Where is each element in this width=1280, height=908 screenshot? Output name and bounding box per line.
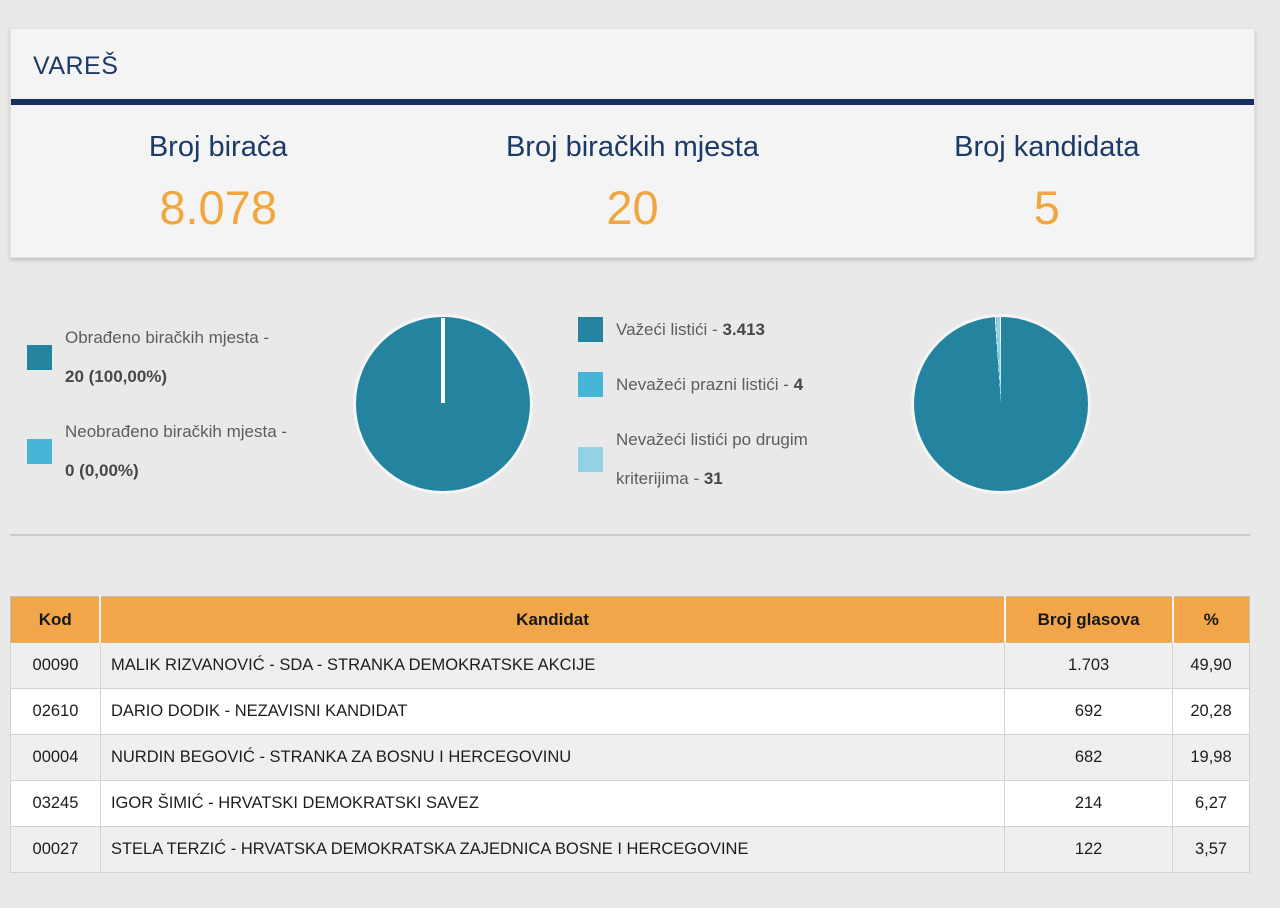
- stats-row: Broj birača 8.078 Broj biračkih mjesta 2…: [11, 105, 1254, 257]
- table-row: 03245 IGOR ŠIMIĆ - HRVATSKI DEMOKRATSKI …: [11, 781, 1250, 827]
- cyan-swatch-icon: [27, 439, 52, 464]
- cell-broj-glasova: 214: [1005, 781, 1173, 827]
- stat-polling-stations: Broj biračkih mjesta 20: [425, 119, 839, 235]
- teal-swatch-icon: [578, 317, 603, 342]
- cell-broj-glasova: 122: [1005, 827, 1173, 873]
- processing-legend: Obrađeno biračkih mjesta - 20 (100,00%) …: [27, 318, 330, 490]
- cell-kandidat: IGOR ŠIMIĆ - HRVATSKI DEMOKRATSKI SAVEZ: [100, 781, 1004, 827]
- cell-kandidat: DARIO DODIK - NEZAVISNI KANDIDAT: [100, 689, 1004, 735]
- table-row: 00004 NURDIN BEGOVIĆ - STRANKA ZA BOSNU …: [11, 735, 1250, 781]
- cell-procenat: 3,57: [1173, 827, 1250, 873]
- page-title: VAREŠ: [11, 29, 1254, 99]
- light-blue-swatch-icon: [578, 447, 603, 472]
- municipality-summary-card: VAREŠ Broj birača 8.078 Broj biračkih mj…: [10, 28, 1255, 258]
- cell-broj-glasova: 692: [1005, 689, 1173, 735]
- teal-swatch-icon: [27, 345, 52, 370]
- header-kod: Kod: [11, 597, 101, 643]
- legend-value: 3.413: [722, 320, 765, 339]
- stat-label: Broj kandidata: [840, 131, 1254, 164]
- stat-value: 20: [425, 180, 839, 235]
- table-row: 02610 DARIO DODIK - NEZAVISNI KANDIDAT 6…: [11, 689, 1250, 735]
- legend-item-unprocessed: Neobrađeno biračkih mjesta - 0 (0,00%): [27, 412, 330, 490]
- ballots-pie-chart: [914, 317, 1088, 491]
- legend-value: 20 (100,00%): [65, 357, 269, 396]
- header-broj-glasova: Broj glasova: [1005, 597, 1173, 643]
- cell-kandidat: STELA TERZIĆ - HRVATSKA DEMOKRATSKA ZAJE…: [100, 827, 1004, 873]
- cell-kandidat: MALIK RIZVANOVIĆ - SDA - STRANKA DEMOKRA…: [100, 643, 1004, 689]
- legend-value: 31: [704, 469, 723, 488]
- stat-candidates: Broj kandidata 5: [840, 119, 1254, 235]
- table-header-row: Kod Kandidat Broj glasova %: [11, 597, 1250, 643]
- legend-value: 4: [794, 375, 803, 394]
- table-row: 00090 MALIK RIZVANOVIĆ - SDA - STRANKA D…: [11, 643, 1250, 689]
- pie-seam: [441, 318, 445, 403]
- stat-voters: Broj birača 8.078: [11, 119, 425, 235]
- cell-broj-glasova: 1.703: [1005, 643, 1173, 689]
- table-row: 00027 STELA TERZIĆ - HRVATSKA DEMOKRATSK…: [11, 827, 1250, 873]
- legend-value: 0 (0,00%): [65, 451, 287, 490]
- header-kandidat: Kandidat: [100, 597, 1004, 643]
- turnout-pie-chart: [356, 317, 530, 491]
- header-procenat: %: [1173, 597, 1250, 643]
- cell-procenat: 19,98: [1173, 735, 1250, 781]
- cell-kod: 00027: [11, 827, 101, 873]
- stat-label: Broj birača: [11, 131, 425, 164]
- cell-procenat: 49,90: [1173, 643, 1250, 689]
- legend-label: Neobrađeno biračkih mjesta -: [65, 412, 287, 451]
- cell-kod: 00090: [11, 643, 101, 689]
- ballots-legend: Važeći listići - 3.413 Nevažeći prazni l…: [578, 310, 830, 498]
- cell-kod: 03245: [11, 781, 101, 827]
- legend-label: Važeći listići -: [616, 320, 718, 339]
- stat-value: 5: [840, 180, 1254, 235]
- legend-item-processed: Obrađeno biračkih mjesta - 20 (100,00%): [27, 318, 330, 396]
- legend-label: Nevažeći prazni listići -: [616, 375, 789, 394]
- results-table: Kod Kandidat Broj glasova % 00090 MALIK …: [10, 596, 1250, 873]
- legend-item-invalid-other: Nevažeći listići po drugim kriterijima -…: [578, 420, 830, 498]
- cyan-swatch-icon: [578, 372, 603, 397]
- cell-broj-glasova: 682: [1005, 735, 1173, 781]
- cell-procenat: 6,27: [1173, 781, 1250, 827]
- cell-procenat: 20,28: [1173, 689, 1250, 735]
- stat-value: 8.078: [11, 180, 425, 235]
- cell-kandidat: NURDIN BEGOVIĆ - STRANKA ZA BOSNU I HERC…: [100, 735, 1004, 781]
- cell-kod: 00004: [11, 735, 101, 781]
- stat-label: Broj biračkih mjesta: [425, 131, 839, 164]
- legend-item-invalid-blank: Nevažeći prazni listići - 4: [578, 365, 830, 404]
- legend-label: Obrađeno biračkih mjesta -: [65, 318, 269, 357]
- cell-kod: 02610: [11, 689, 101, 735]
- legend-item-valid: Važeći listići - 3.413: [578, 310, 830, 349]
- charts-section: Obrađeno biračkih mjesta - 20 (100,00%) …: [10, 258, 1250, 536]
